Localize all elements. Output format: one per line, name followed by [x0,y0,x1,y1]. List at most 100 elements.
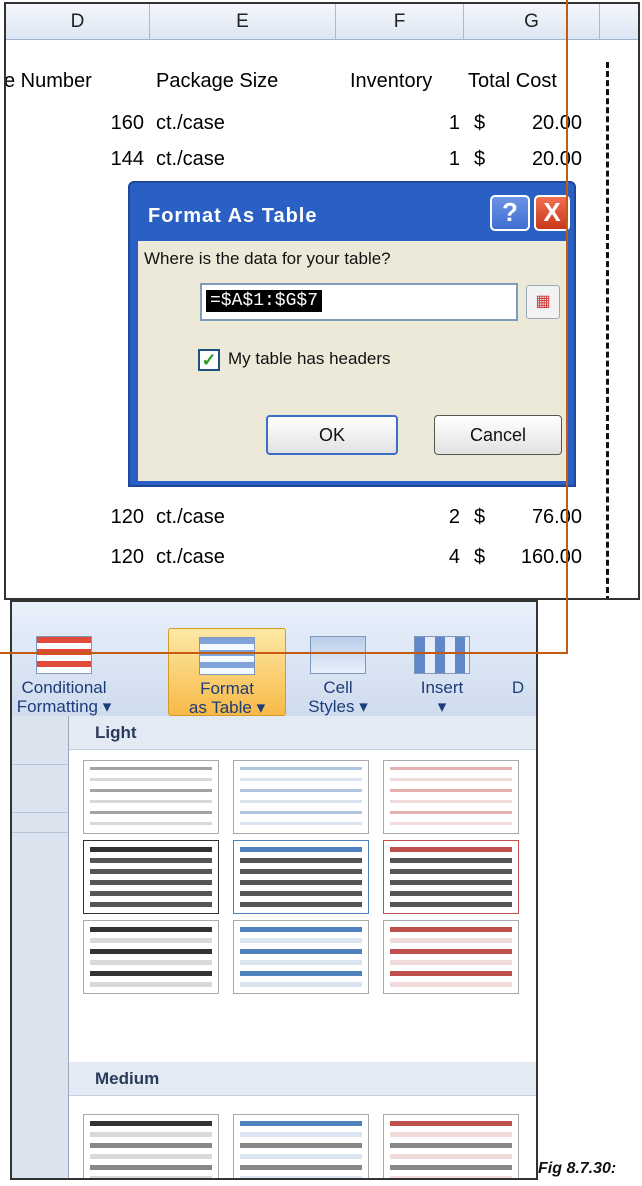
swatch-stripe [390,949,512,954]
swatch-stripe [90,891,212,896]
cell-inventory[interactable]: 2 [449,506,460,529]
cell-currency[interactable]: $ [474,506,485,529]
swatch-stripe [240,938,362,943]
cell-size[interactable]: ct./case [156,546,225,569]
cell-cost[interactable]: 76.00 [532,506,582,529]
headers-checkbox[interactable]: ✓ [198,349,220,371]
table-style-swatch[interactable] [83,1114,219,1178]
swatch-stripe [390,938,512,943]
table-style-swatch[interactable] [83,760,219,834]
collapse-dialog-icon[interactable]: ▦ [526,285,560,319]
format-as-table-icon [199,637,255,675]
range-input[interactable]: =$A$1:$G$7 [200,283,518,321]
header-number[interactable]: e Number [6,70,92,93]
cell-number[interactable]: 120 [111,506,144,529]
table-style-swatch[interactable] [83,920,219,994]
sheet-gridline [12,832,68,833]
callout-line-vertical [566,0,568,654]
table-style-swatch[interactable] [83,840,219,914]
table-style-swatch[interactable] [233,840,369,914]
cancel-button[interactable]: Cancel [434,415,562,455]
column-header-f[interactable]: F [336,4,464,40]
swatch-stripe [90,902,212,907]
table-style-swatch[interactable] [383,920,519,994]
swatch-stripe [90,960,212,965]
table-style-swatch[interactable] [383,760,519,834]
header-inventory[interactable]: Inventory [350,70,432,93]
swatch-stripe [240,800,362,803]
range-input-selected-text: =$A$1:$G$7 [206,290,323,312]
section-header-light: Light [69,716,536,750]
cell-size[interactable]: ct./case [156,112,225,135]
cell-cost[interactable]: 160.00 [521,546,582,569]
cell-cost[interactable]: 20.00 [532,148,582,171]
cell-size[interactable]: ct./case [156,506,225,529]
swatch-stripe [390,982,512,987]
swatch-stripe [390,880,512,885]
swatch-stripe [240,1121,362,1126]
swatch-stripe [90,1132,212,1137]
swatch-stripe [90,982,212,987]
swatch-stripe [240,811,362,814]
swatch-stripe [390,891,512,896]
cell-cost[interactable]: 20.00 [532,112,582,135]
table-style-swatch[interactable] [233,760,369,834]
delete-line1: D [511,678,525,697]
swatch-stripe [90,778,212,781]
table-header-row: e Number Package Size Inventory Total Co… [6,40,638,92]
swatch-stripe [90,800,212,803]
swatch-stripe [390,1176,512,1178]
cell-number[interactable]: 144 [111,148,144,171]
close-button[interactable]: X [534,195,570,231]
swatch-stripe [390,1165,512,1170]
table-style-swatch[interactable] [233,920,369,994]
swatch-stripe [240,767,362,770]
table-style-swatch[interactable] [383,840,519,914]
swatch-stripe [90,869,212,874]
format-as-table-dialog: Format As Table ? X Where is the data fo… [128,181,576,487]
conditional-formatting-button[interactable]: Conditional Formatting ▾ [12,628,138,716]
sheet-gridline [12,764,68,765]
cell-styles-line2: Styles ▾ [308,697,368,716]
swatch-stripe [90,1143,212,1148]
table-style-swatch[interactable] [383,1114,519,1178]
column-header-d[interactable]: D [6,4,150,40]
cell-styles-button[interactable]: Cell Styles ▾ [288,628,388,716]
cell-number[interactable]: 120 [111,546,144,569]
insert-button[interactable]: Insert ▾ [400,628,484,716]
cell-currency[interactable]: $ [474,112,485,135]
column-header-bar: D E F G [6,4,638,40]
swatch-stripe [240,971,362,976]
ok-button[interactable]: OK [266,415,398,455]
dialog-title: Format As Table [148,205,318,227]
cell-inventory[interactable]: 1 [449,148,460,171]
swatch-stripe [390,811,512,814]
swatch-stripe [90,927,212,932]
column-header-g[interactable]: G [464,4,600,40]
cell-number[interactable]: 160 [111,112,144,135]
delete-button[interactable]: D [498,628,536,716]
swatch-stripe [390,1143,512,1148]
headers-checkbox-label[interactable]: My table has headers [228,349,391,369]
cell-inventory[interactable]: 4 [449,546,460,569]
cell-currency[interactable]: $ [474,148,485,171]
header-package-size[interactable]: Package Size [156,70,278,93]
swatch-stripe [390,822,512,825]
swatch-stripe [240,1132,362,1137]
swatch-stripe [240,1154,362,1159]
cell-inventory[interactable]: 1 [449,112,460,135]
swatch-stripe [90,938,212,943]
swatch-stripe [390,800,512,803]
cell-currency[interactable]: $ [474,546,485,569]
table-style-swatch[interactable] [233,1114,369,1178]
swatch-stripe [390,767,512,770]
column-header-e[interactable]: E [150,4,336,40]
swatch-stripe [240,891,362,896]
format-as-table-button[interactable]: Format as Table ▾ [168,628,286,717]
swatch-stripe [90,949,212,954]
header-total-cost[interactable]: Total Cost [468,70,557,93]
help-button[interactable]: ? [490,195,530,231]
swatch-stripe [90,1154,212,1159]
cell-size[interactable]: ct./case [156,148,225,171]
conditional-formatting-line2: Formatting ▾ [16,697,112,716]
